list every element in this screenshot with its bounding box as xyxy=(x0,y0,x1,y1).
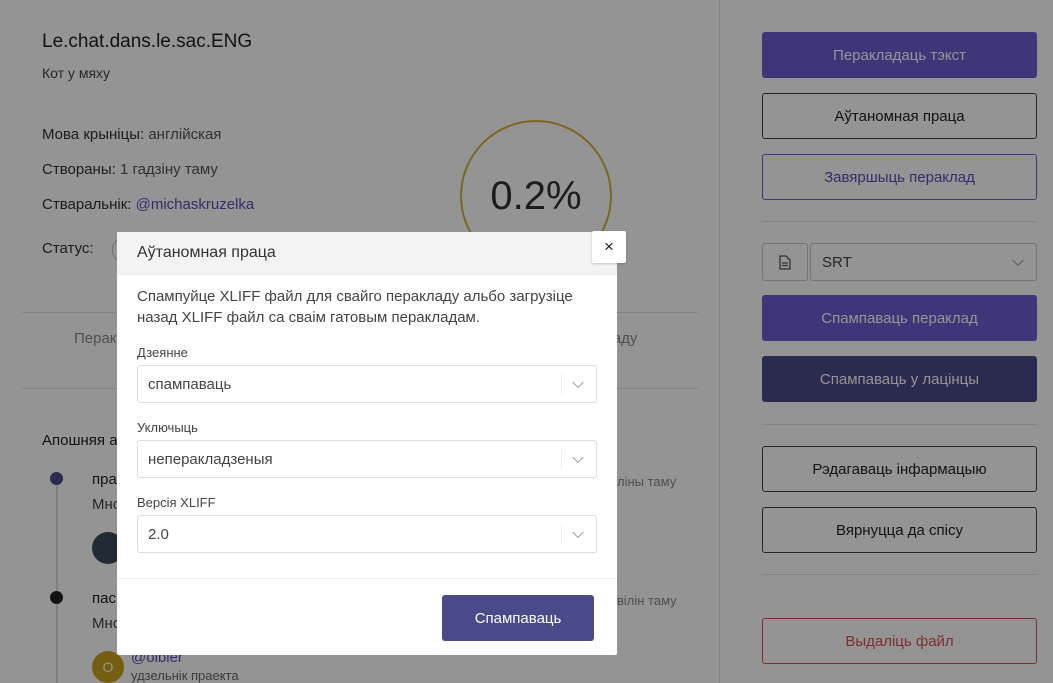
select-separator xyxy=(561,374,562,394)
action-select[interactable]: спампаваць xyxy=(137,365,597,403)
modal-footer-divider xyxy=(117,578,617,579)
modal-header: Аўтаномная праца xyxy=(117,232,617,275)
xliff-version-label: Версія XLIFF xyxy=(137,495,216,510)
download-button[interactable]: Спампаваць xyxy=(442,595,594,641)
xliff-version-value: 2.0 xyxy=(148,525,169,543)
action-value: спампаваць xyxy=(148,375,232,393)
modal-description: Спампуйце XLIFF файл для свайго пераклад… xyxy=(137,288,573,326)
include-label: Уключыць xyxy=(137,420,198,435)
close-icon: × xyxy=(604,237,614,256)
chevron-down-icon xyxy=(572,451,584,464)
xliff-version-select[interactable]: 2.0 xyxy=(137,515,597,553)
chevron-down-icon xyxy=(572,526,584,539)
action-label: Дзеянне xyxy=(137,345,188,360)
offline-work-modal: Аўтаномная праца × Спампуйце XLIFF файл … xyxy=(117,231,626,655)
select-separator xyxy=(561,449,562,469)
modal-title: Аўтаномная праца xyxy=(137,244,276,261)
include-select[interactable]: неперакладзеныя xyxy=(137,440,597,478)
select-separator xyxy=(561,524,562,544)
chevron-down-icon xyxy=(572,376,584,389)
include-value: неперакладзеныя xyxy=(148,450,273,468)
close-button[interactable]: × xyxy=(592,231,626,263)
